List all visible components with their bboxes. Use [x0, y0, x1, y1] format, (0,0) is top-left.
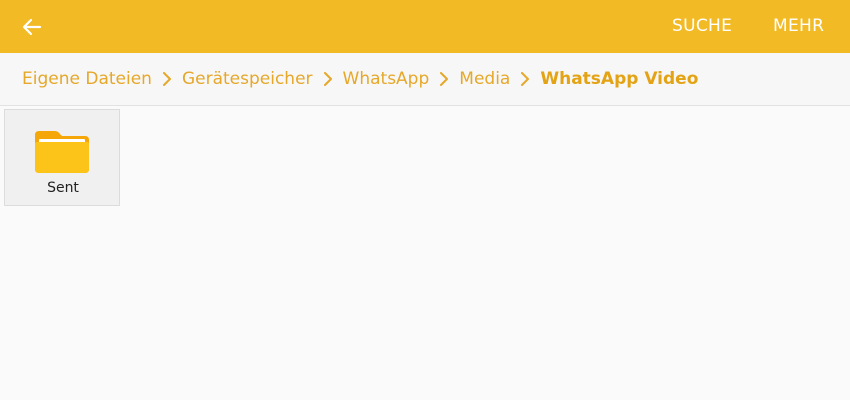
chevron-right-icon: [510, 72, 540, 86]
file-grid: Sent: [0, 107, 850, 400]
folder-item-sent[interactable]: Sent: [4, 109, 120, 206]
more-button[interactable]: MEHR: [773, 0, 824, 53]
top-app-bar: SUCHE MEHR: [0, 0, 850, 53]
arrow-left-icon: [20, 15, 44, 39]
chevron-right-icon: [429, 72, 459, 86]
breadcrumb-item-geraetespeicher[interactable]: Gerätespeicher: [182, 69, 313, 89]
breadcrumb-item-eigene-dateien[interactable]: Eigene Dateien: [22, 69, 152, 89]
back-button[interactable]: [14, 10, 50, 44]
folder-name: Sent: [47, 180, 79, 196]
search-button[interactable]: SUCHE: [672, 0, 732, 53]
file-manager-app: SUCHE MEHR Eigene Dateien Gerätespeicher…: [0, 0, 850, 400]
breadcrumb: Eigene Dateien Gerätespeicher WhatsApp M…: [0, 53, 850, 106]
folder-icon: [31, 125, 93, 177]
breadcrumb-item-whatsapp-video: WhatsApp Video: [540, 69, 699, 89]
breadcrumb-item-media[interactable]: Media: [459, 69, 510, 89]
chevron-right-icon: [152, 72, 182, 86]
chevron-right-icon: [313, 72, 343, 86]
breadcrumb-item-whatsapp[interactable]: WhatsApp: [343, 69, 430, 89]
